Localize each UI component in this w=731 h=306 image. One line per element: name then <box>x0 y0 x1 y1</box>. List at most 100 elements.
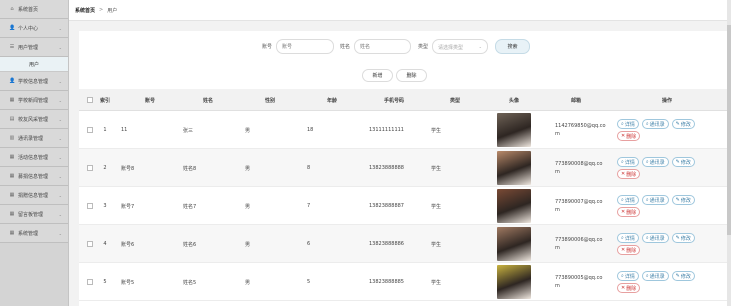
sidebar-item[interactable]: 👤 个人中心 ⌄ <box>0 19 68 38</box>
add-button[interactable]: 新增 <box>362 69 393 82</box>
chevron-down-icon: ⌄ <box>58 44 62 50</box>
scrollbar-thumb[interactable] <box>727 25 731 235</box>
sidebar-item[interactable]: ▦ 活动信息管理 ⌄ <box>0 148 68 167</box>
table-row: 2 账号8 姓名8 男 8 13823888888 学生 773890008@qq.com ⌕… <box>79 149 727 187</box>
edit-label: 修改 <box>680 273 691 280</box>
row-checkbox[interactable] <box>87 203 93 209</box>
table-icon: ▦ <box>9 192 15 198</box>
page-scrollbar[interactable] <box>727 0 731 306</box>
column-header: 类型 <box>449 97 460 104</box>
search-icon: ⌕ <box>621 197 624 203</box>
contacts-button[interactable]: ⌕ 通讯录 <box>641 195 669 205</box>
cell-name: 姓名8 <box>183 165 197 172</box>
detail-button[interactable]: ⌕ 详情 <box>617 119 639 129</box>
chevron-down-icon: ⌄ <box>58 230 62 236</box>
delete-row-button[interactable]: ✕ 删除 <box>617 207 641 217</box>
row-actions: ⌕ 详情 ⌕ 通讯录 ✎ 修改 ✕ 删除 <box>617 195 699 217</box>
sidebar-item-label: 系统管理 <box>18 230 39 237</box>
contacts-button[interactable]: ⌕ 通讯录 <box>641 271 669 281</box>
breadcrumb-home[interactable]: 系统首页 <box>75 7 95 14</box>
search-icon: ⌕ <box>645 273 649 279</box>
type-label: 类型 <box>418 44 429 50</box>
delete-row-button[interactable]: ✕ 删除 <box>617 169 641 179</box>
grid-icon: ▦ <box>9 97 15 103</box>
row-actions: ⌕ 详情 ⌕ 通讯录 ✎ 修改 ✕ 删除 <box>617 119 699 141</box>
cell-account: 11 <box>121 127 128 133</box>
detail-button[interactable]: ⌕ 详情 <box>617 271 639 281</box>
cell-type: 学生 <box>431 241 442 248</box>
sidebar-item[interactable]: ⌂ 系统首页 <box>0 0 68 19</box>
chevron-down-icon: ⌄ <box>58 25 62 31</box>
search-icon: ⌕ <box>645 197 649 203</box>
edit-button[interactable]: ✎ 修改 <box>671 233 695 243</box>
delete-row-button[interactable]: ✕ 删除 <box>617 245 641 255</box>
sidebar-item[interactable]: ▦ 留言板管理 ⌄ <box>0 205 68 224</box>
sidebar-item[interactable]: ☰ 用户管理 ⌄ <box>0 38 68 57</box>
sidebar-subitem-users[interactable]: 用户 <box>0 57 68 72</box>
contacts-button[interactable]: ⌕ 通讯录 <box>641 119 669 129</box>
edit-button[interactable]: ✎ 修改 <box>671 271 695 281</box>
search-icon: ⌕ <box>645 235 649 241</box>
chevron-down-icon: ⌄ <box>58 116 62 122</box>
sidebar-item[interactable]: 👤 学校信息管理 ⌄ <box>0 72 68 91</box>
sidebar-item-label: 留言板管理 <box>18 211 44 218</box>
contacts-button[interactable]: ⌕ 通讯录 <box>641 157 669 167</box>
sidebar-item[interactable]: ▦ 系统管理 ⌄ <box>0 224 68 243</box>
search-icon: ⌕ <box>621 121 624 127</box>
sidebar-item-label: 学校新闻管理 <box>18 97 49 104</box>
search-button[interactable]: 搜索 <box>495 39 530 54</box>
type-select-placeholder: 请选择类型 <box>438 45 464 51</box>
cell-age: 6 <box>307 241 311 247</box>
edit-button[interactable]: ✎ 修改 <box>671 157 695 167</box>
row-checkbox[interactable] <box>87 279 93 285</box>
avatar <box>497 227 531 261</box>
cell-name: 张三 <box>183 127 194 134</box>
table-icon: ▦ <box>9 173 15 179</box>
contacts-button[interactable]: ⌕ 通讯录 <box>641 233 669 243</box>
row-index: 1 <box>103 127 107 133</box>
chevron-down-icon: ⌄ <box>58 78 62 84</box>
detail-button[interactable]: ⌕ 详情 <box>617 195 639 205</box>
cell-age: 18 <box>307 127 314 133</box>
row-checkbox[interactable] <box>87 241 93 247</box>
type-select[interactable]: 请选择类型 ⌄ <box>432 39 488 54</box>
sidebar-item[interactable]: ▦ 学校新闻管理 ⌄ <box>0 91 68 110</box>
delete-row-button[interactable]: ✕ 删除 <box>617 283 641 293</box>
edit-label: 修改 <box>680 121 691 128</box>
row-checkbox[interactable] <box>87 127 93 133</box>
avatar <box>497 151 531 185</box>
doc-icon: ▤ <box>9 116 15 122</box>
delete-label: 删除 <box>626 171 637 178</box>
sidebar-item[interactable]: ▥ 通讯录管理 ⌄ <box>0 129 68 148</box>
search-icon: ⌕ <box>645 121 649 127</box>
name-input[interactable] <box>354 39 411 54</box>
cell-email: 773890006@qq.com <box>555 237 603 251</box>
contacts-label: 通讯录 <box>649 121 665 128</box>
edit-label: 修改 <box>680 235 691 242</box>
delete-row-button[interactable]: ✕ 删除 <box>617 131 641 141</box>
menu-icon: ☰ <box>9 44 15 50</box>
detail-button[interactable]: ⌕ 详情 <box>617 233 639 243</box>
pencil-icon: ✎ <box>675 273 680 279</box>
detail-button[interactable]: ⌕ 详情 <box>617 157 639 167</box>
sidebar-item-label: 用户管理 <box>18 44 39 51</box>
account-input[interactable] <box>276 39 334 54</box>
sidebar-item[interactable]: ▦ 募捐信息管理 ⌄ <box>0 167 68 186</box>
delete-label: 删除 <box>626 209 637 216</box>
row-checkbox[interactable] <box>87 165 93 171</box>
column-header: 头像 <box>508 97 519 104</box>
delete-button[interactable]: 删除 <box>396 69 427 82</box>
select-all-checkbox[interactable] <box>83 89 97 111</box>
person-icon: 👤 <box>9 25 16 31</box>
row-actions: ⌕ 详情 ⌕ 通讯录 ✎ 修改 ✕ 删除 <box>617 233 699 255</box>
edit-button[interactable]: ✎ 修改 <box>671 195 695 205</box>
sidebar-item[interactable]: ▤ 校友风采管理 ⌄ <box>0 110 68 129</box>
close-icon: ✕ <box>621 133 626 139</box>
sidebar-item-label: 活动信息管理 <box>18 154 49 161</box>
cell-age: 5 <box>307 279 311 285</box>
checkbox[interactable] <box>87 97 93 103</box>
chevron-down-icon: ⌄ <box>58 211 62 217</box>
sidebar-item[interactable]: ▦ 捐赠信息管理 ⌄ <box>0 186 68 205</box>
chevron-down-icon: ⌄ <box>58 192 62 198</box>
edit-button[interactable]: ✎ 修改 <box>671 119 695 129</box>
